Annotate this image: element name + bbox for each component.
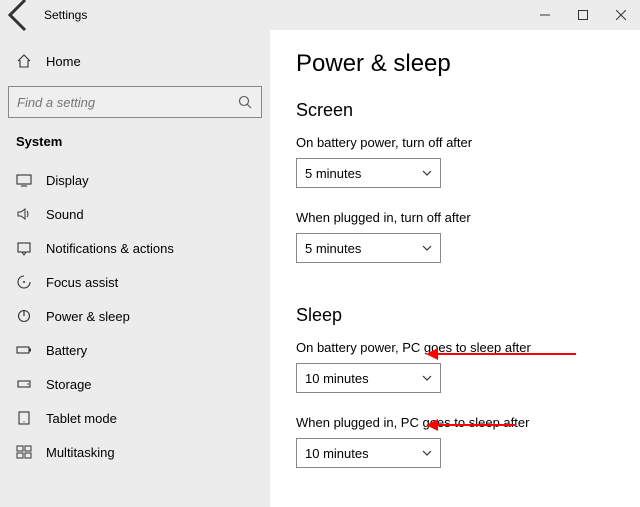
sleep-battery-dropdown[interactable]: 10 minutes xyxy=(296,363,441,393)
dropdown-value: 5 minutes xyxy=(305,166,361,181)
sleep-plugged-dropdown[interactable]: 10 minutes xyxy=(296,438,441,468)
sidebar-item-label: Tablet mode xyxy=(46,411,117,426)
sleep-heading: Sleep xyxy=(296,305,614,326)
home-label: Home xyxy=(46,54,81,69)
window-titlebar: Settings xyxy=(0,0,640,30)
sidebar-item-display[interactable]: Display xyxy=(8,163,262,197)
sidebar-item-label: Notifications & actions xyxy=(46,241,174,256)
sidebar-item-label: Focus assist xyxy=(46,275,118,290)
chevron-down-icon xyxy=(422,448,432,458)
home-nav[interactable]: Home xyxy=(8,44,262,78)
display-icon xyxy=(16,172,32,188)
search-box[interactable] xyxy=(8,86,262,118)
screen-battery-dropdown[interactable]: 5 minutes xyxy=(296,158,441,188)
minimize-icon xyxy=(540,10,550,20)
chevron-down-icon xyxy=(422,373,432,383)
minimize-button[interactable] xyxy=(526,0,564,30)
sound-icon xyxy=(16,206,32,222)
screen-plugged-label: When plugged in, turn off after xyxy=(296,210,614,225)
sidebar-item-sound[interactable]: Sound xyxy=(8,197,262,231)
close-button[interactable] xyxy=(602,0,640,30)
sidebar-item-notifications[interactable]: Notifications & actions xyxy=(8,231,262,265)
multitasking-icon xyxy=(16,444,32,460)
storage-icon xyxy=(16,376,32,392)
power-icon xyxy=(16,308,32,324)
dropdown-value: 10 minutes xyxy=(305,371,369,386)
sidebar-item-label: Sound xyxy=(46,207,84,222)
sidebar-item-label: Storage xyxy=(46,377,92,392)
sleep-battery-label: On battery power, PC goes to sleep after xyxy=(296,340,614,355)
battery-icon xyxy=(16,342,32,358)
sidebar-item-storage[interactable]: Storage xyxy=(8,367,262,401)
sidebar-item-multitasking[interactable]: Multitasking xyxy=(8,435,262,469)
dropdown-value: 10 minutes xyxy=(305,446,369,461)
close-icon xyxy=(616,10,626,20)
sidebar-item-label: Multitasking xyxy=(46,445,115,460)
sidebar-item-label: Display xyxy=(46,173,89,188)
app-title: Settings xyxy=(44,8,87,22)
sleep-plugged-label: When plugged in, PC goes to sleep after xyxy=(296,415,614,430)
tablet-icon xyxy=(16,410,32,426)
focus-assist-icon xyxy=(16,274,32,290)
sidebar-item-label: Power & sleep xyxy=(46,309,130,324)
content-area: Power & sleep Screen On battery power, t… xyxy=(270,30,640,507)
home-icon xyxy=(16,53,32,69)
search-icon xyxy=(237,94,253,110)
sidebar-item-battery[interactable]: Battery xyxy=(8,333,262,367)
maximize-button[interactable] xyxy=(564,0,602,30)
sidebar-item-power-sleep[interactable]: Power & sleep xyxy=(8,299,262,333)
chevron-down-icon xyxy=(422,243,432,253)
category-heading: System xyxy=(8,130,262,163)
search-input[interactable] xyxy=(17,95,237,110)
notifications-icon xyxy=(16,240,32,256)
sidebar-item-tablet-mode[interactable]: Tablet mode xyxy=(8,401,262,435)
screen-heading: Screen xyxy=(296,100,614,121)
screen-battery-label: On battery power, turn off after xyxy=(296,135,614,150)
chevron-down-icon xyxy=(422,168,432,178)
dropdown-value: 5 minutes xyxy=(305,241,361,256)
arrow-left-icon xyxy=(0,0,40,35)
sidebar: Home System Display Sound Notifications … xyxy=(0,30,270,507)
page-title: Power & sleep xyxy=(296,50,614,78)
sidebar-item-label: Battery xyxy=(46,343,87,358)
maximize-icon xyxy=(578,10,588,20)
screen-plugged-dropdown[interactable]: 5 minutes xyxy=(296,233,441,263)
back-button[interactable] xyxy=(0,0,40,30)
sidebar-item-focus-assist[interactable]: Focus assist xyxy=(8,265,262,299)
